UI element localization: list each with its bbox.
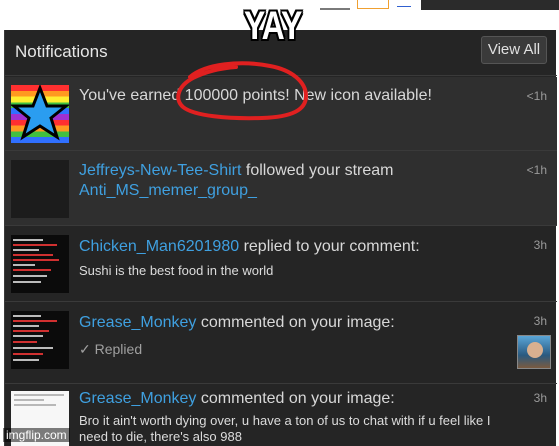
toolbar-fragment — [421, 0, 559, 10]
toolbar-fragment — [397, 3, 411, 7]
notification-text: Jeffreys-New-Tee-Shirt followed your str… — [79, 162, 394, 179]
toolbar-fragment — [357, 0, 389, 9]
notification-time: 3h — [533, 314, 547, 328]
notification-item[interactable]: Grease_Monkey commented on your image: ✓… — [5, 302, 557, 384]
user-link[interactable]: Grease_Monkey — [79, 314, 196, 331]
comment-text: Sushi is the best food in the world — [79, 263, 274, 278]
points-value: 100000 points! — [184, 87, 290, 104]
comment-image-thumbnail — [11, 311, 69, 369]
meme-frame: Notifications View All You've earned 100… — [0, 0, 559, 446]
user-avatar — [11, 160, 69, 218]
notification-item[interactable]: You've earned 100000 points! New icon av… — [5, 77, 557, 151]
toolbar-fragment — [320, 0, 350, 10]
notification-time: 3h — [533, 391, 547, 405]
comment-text: Bro it ain't worth dying over, u have a … — [79, 413, 491, 444]
watermark: imgflip.com — [3, 428, 70, 442]
view-all-button[interactable]: View All — [481, 36, 547, 64]
user-link[interactable]: Jeffreys-New-Tee-Shirt — [79, 162, 241, 179]
notification-item[interactable]: Chicken_Man6201980 replied to your comme… — [5, 226, 557, 302]
comment-image-thumbnail — [11, 235, 69, 293]
meme-caption: YAY — [244, 4, 302, 48]
notification-text: Chicken_Man6201980 replied to your comme… — [79, 238, 420, 255]
notification-item[interactable]: Jeffreys-New-Tee-Shirt followed your str… — [5, 151, 557, 226]
rainbow-star-icon — [11, 85, 69, 143]
notification-text: Grease_Monkey commented on your image: — [79, 314, 395, 331]
user-link[interactable]: Chicken_Man6201980 — [79, 238, 239, 255]
panel-title: Notifications — [15, 42, 108, 61]
commenter-avatar[interactable] — [517, 335, 551, 369]
notification-text: Grease_Monkey commented on your image: — [79, 390, 395, 407]
replied-status: ✓ Replied — [79, 341, 143, 357]
notification-time: 3h — [533, 238, 547, 252]
checkmark-icon: ✓ — [79, 341, 91, 357]
stream-link[interactable]: Anti_MS_memer_group_ — [79, 182, 257, 200]
notification-time: <1h — [526, 163, 547, 177]
notification-text: You've earned 100000 points! New icon av… — [79, 87, 432, 104]
notification-time: <1h — [526, 89, 547, 103]
notification-item[interactable]: Grease_Monkey commented on your image: B… — [5, 384, 557, 446]
avatar-face — [527, 342, 543, 358]
user-link[interactable]: Grease_Monkey — [79, 390, 196, 407]
notifications-panel: Notifications View All You've earned 100… — [4, 30, 557, 446]
